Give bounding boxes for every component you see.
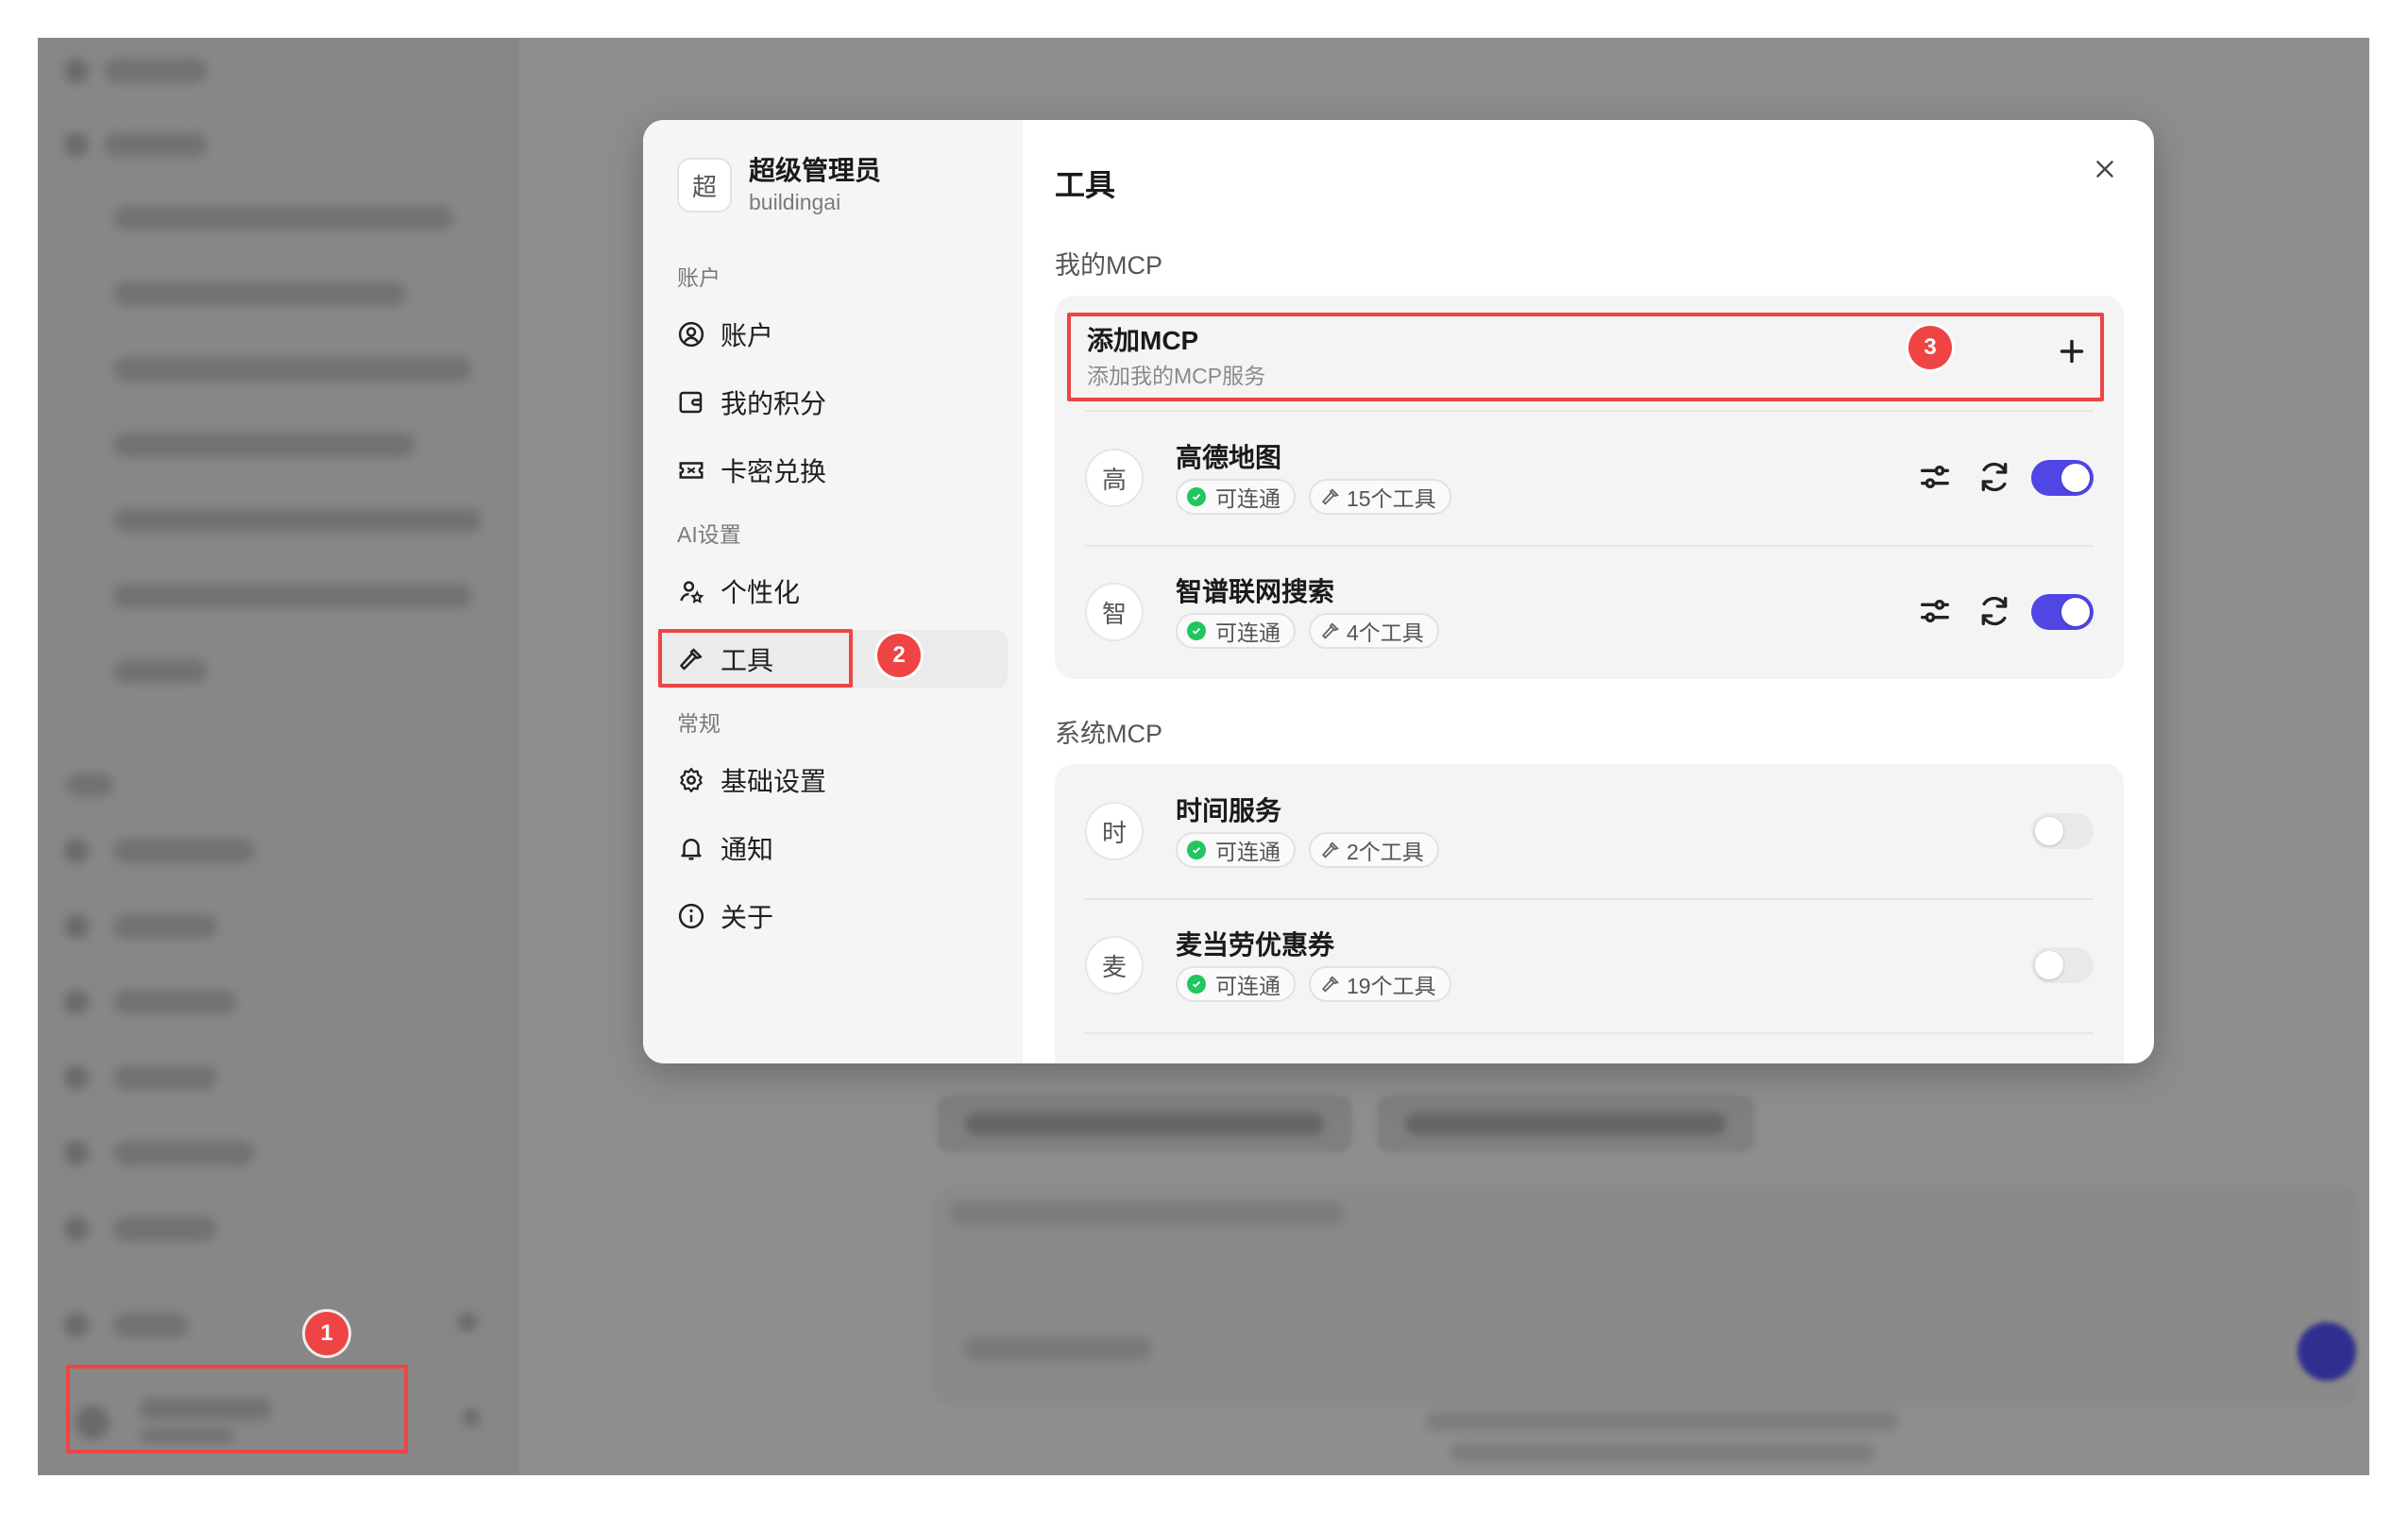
status-text: 可连通 bbox=[1215, 486, 1280, 511]
enable-toggle[interactable] bbox=[2031, 594, 2094, 630]
enable-toggle[interactable] bbox=[2031, 813, 2094, 849]
nav-item-points[interactable]: 我的积分 bbox=[656, 373, 1008, 432]
tool-count-badge: 4个工具 bbox=[1309, 613, 1439, 649]
enable-toggle[interactable] bbox=[2031, 460, 2094, 496]
user-profile: 超 超级管理员 buildingai bbox=[677, 154, 881, 216]
close-icon bbox=[2096, 161, 2113, 178]
check-circle-icon bbox=[1187, 841, 1206, 859]
nav-label: 我的积分 bbox=[721, 389, 827, 418]
mcp-name: 智谱联网搜索 bbox=[1176, 577, 1335, 606]
tool-count-badge: 2个工具 bbox=[1309, 832, 1439, 868]
tool-count-badge: 19个工具 bbox=[1309, 966, 1451, 1002]
hammer-icon bbox=[1321, 622, 1340, 639]
user-sparkle-icon bbox=[680, 581, 704, 604]
section-label-general: 常规 bbox=[677, 711, 721, 736]
tool-count-text: 4个工具 bbox=[1347, 620, 1424, 645]
nav-item-about[interactable]: 关于 bbox=[656, 887, 1008, 945]
step-badge-3: 3 bbox=[1908, 326, 1952, 369]
hammer-icon bbox=[1321, 976, 1340, 993]
status-badge: 可连通 bbox=[1176, 832, 1296, 868]
highlight-tools-nav bbox=[658, 629, 853, 688]
hammer-icon bbox=[1321, 488, 1340, 505]
mcp-avatar: 智 bbox=[1085, 583, 1144, 641]
mcp-name: 高德地图 bbox=[1176, 443, 1282, 472]
nav-item-basic-settings[interactable]: 基础设置 bbox=[656, 751, 1008, 809]
settings-sliders-icon[interactable] bbox=[1916, 592, 1954, 630]
nav-label: 通知 bbox=[721, 835, 774, 864]
tool-count-text: 15个工具 bbox=[1347, 486, 1436, 511]
nav-label: 卡密兑换 bbox=[721, 457, 827, 486]
nav-label: 基础设置 bbox=[721, 767, 827, 796]
system-mcp-list: 时 时间服务 可连通 2个工具 麦 麦当劳优惠券 可连通 19个工具 bbox=[1055, 764, 2124, 1063]
tool-count-text: 2个工具 bbox=[1347, 840, 1424, 864]
divider bbox=[1085, 1032, 2094, 1034]
profile-username: buildingai bbox=[749, 190, 841, 214]
user-circle-icon bbox=[678, 321, 704, 348]
nav-item-personalize[interactable]: 个性化 bbox=[656, 562, 1008, 620]
settings-sidebar: 超 超级管理员 buildingai 账户 账户 我的积分 卡密兑换 AI设置 … bbox=[643, 120, 1023, 1063]
mcp-name: 麦当劳优惠券 bbox=[1176, 930, 1335, 960]
avatar: 超 bbox=[677, 158, 732, 212]
my-mcp-heading: 我的MCP bbox=[1055, 251, 1162, 280]
mcp-item-mcdonalds-coupon: 麦 麦当劳优惠券 可连通 19个工具 bbox=[1055, 898, 2124, 1032]
nav-item-notifications[interactable]: 通知 bbox=[656, 819, 1008, 877]
step-badge-2: 2 bbox=[877, 634, 921, 677]
info-icon bbox=[678, 903, 704, 929]
ticket-icon bbox=[679, 462, 704, 479]
nav-item-account[interactable]: 账户 bbox=[656, 305, 1008, 364]
mcp-avatar: 麦 bbox=[1085, 936, 1144, 994]
mcp-item-time-service: 时 时间服务 可连通 2个工具 bbox=[1055, 764, 2124, 898]
check-circle-icon bbox=[1187, 487, 1206, 506]
bell-icon bbox=[681, 839, 702, 860]
tool-count-text: 19个工具 bbox=[1347, 974, 1436, 998]
settings-modal: 超 超级管理员 buildingai 账户 账户 我的积分 卡密兑换 AI设置 … bbox=[643, 120, 2154, 1063]
settings-content: 工具 我的MCP 添加MCP 添加我的MCP服务 高 高德地图 可连通 15个工… bbox=[1023, 120, 2154, 1063]
nav-item-redeem[interactable]: 卡密兑换 bbox=[656, 441, 1008, 500]
page-title: 工具 bbox=[1055, 168, 1116, 202]
mcp-avatar: 时 bbox=[1085, 802, 1144, 860]
status-badge: 可连通 bbox=[1176, 479, 1296, 515]
status-badge: 可连通 bbox=[1176, 613, 1296, 649]
refresh-icon[interactable] bbox=[1976, 592, 2013, 630]
profile-name: 超级管理员 bbox=[749, 156, 882, 185]
background-send-button bbox=[2298, 1322, 2356, 1381]
check-circle-icon bbox=[1187, 621, 1206, 640]
background-sidebar bbox=[38, 38, 519, 1475]
status-badge: 可连通 bbox=[1176, 966, 1296, 1002]
section-label-account: 账户 bbox=[677, 265, 721, 290]
nav-label: 个性化 bbox=[721, 578, 801, 607]
status-text: 可连通 bbox=[1215, 840, 1280, 864]
section-label-ai: AI设置 bbox=[677, 522, 741, 547]
close-button[interactable] bbox=[2084, 148, 2126, 190]
mcp-name: 时间服务 bbox=[1176, 796, 1282, 825]
wallet-icon bbox=[679, 391, 703, 414]
background-suggestion-chip bbox=[1377, 1096, 1755, 1152]
highlight-user-profile bbox=[66, 1365, 408, 1454]
status-text: 可连通 bbox=[1215, 620, 1280, 645]
check-circle-icon bbox=[1187, 975, 1206, 994]
nav-label: 关于 bbox=[721, 903, 774, 932]
settings-sliders-icon[interactable] bbox=[1916, 458, 1954, 496]
nav-label: 账户 bbox=[721, 321, 774, 350]
hammer-icon bbox=[1321, 842, 1340, 858]
status-text: 可连通 bbox=[1215, 974, 1280, 998]
tool-count-badge: 15个工具 bbox=[1309, 479, 1451, 515]
mcp-avatar: 高 bbox=[1085, 449, 1144, 507]
mcp-item-amap: 高 高德地图 可连通 15个工具 bbox=[1055, 411, 2124, 545]
system-mcp-heading: 系统MCP bbox=[1055, 720, 1162, 748]
refresh-icon[interactable] bbox=[1976, 458, 2013, 496]
background-suggestion-chip bbox=[937, 1096, 1352, 1152]
step-badge-1: 1 bbox=[305, 1312, 348, 1355]
gear-icon bbox=[680, 768, 703, 792]
enable-toggle[interactable] bbox=[2031, 947, 2094, 983]
mcp-item-zhipu-search: 智 智谱联网搜索 可连通 4个工具 bbox=[1055, 545, 2124, 679]
